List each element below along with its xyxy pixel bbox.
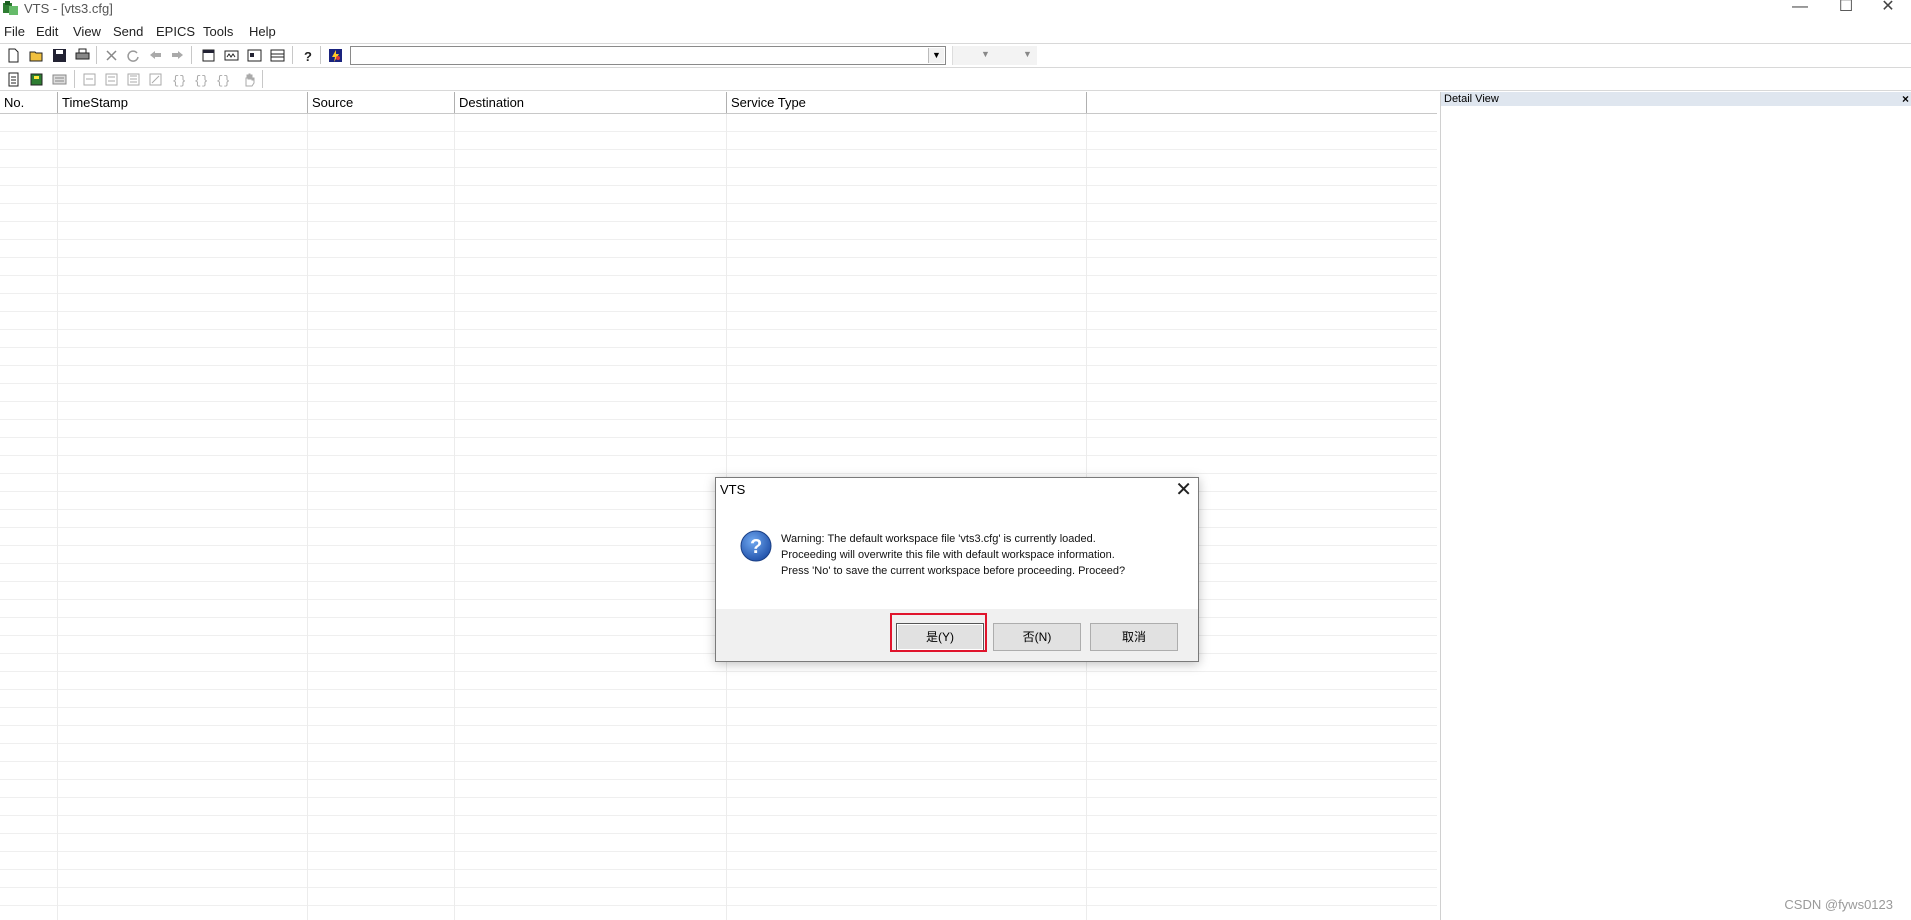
column-divider (57, 114, 58, 920)
print-icon[interactable] (73, 46, 92, 64)
filter-combo[interactable]: ▼ (350, 46, 946, 65)
column-divider (454, 114, 455, 920)
detail-view-pane[interactable]: Detail View × (1440, 92, 1911, 920)
menu-help[interactable]: Help (249, 24, 276, 39)
title-bar: VTS - [vts3.cfg] — ☐ ✕ (0, 0, 1911, 20)
hand-icon[interactable] (240, 70, 259, 88)
detail-view-header: Detail View × (1441, 92, 1911, 106)
svg-text:{}: {} (216, 74, 229, 87)
column-header-destination[interactable]: Destination (455, 92, 727, 113)
doc-icon[interactable] (4, 70, 23, 88)
back-icon[interactable] (146, 46, 165, 64)
watermark: CSDN @fyws0123 (1784, 897, 1893, 912)
dialog-message-line: Warning: The default workspace file 'vts… (781, 533, 1096, 545)
packet-list-header: No. TimeStamp Source Destination Service… (0, 92, 1437, 114)
dialog-message-line: Proceeding will overwrite this file with… (781, 549, 1115, 561)
menu-file[interactable]: File (4, 24, 25, 39)
chevron-down-icon[interactable]: ▼ (1023, 49, 1032, 59)
book-icon[interactable] (27, 70, 46, 88)
step4-icon[interactable] (146, 70, 165, 88)
menu-edit[interactable]: Edit (36, 24, 58, 39)
menu-view[interactable]: View (73, 24, 101, 39)
dialog-title: VTS (720, 482, 746, 497)
column-header-timestamp[interactable]: TimeStamp (58, 92, 308, 113)
column-header-source[interactable]: Source (308, 92, 455, 113)
cancel-button[interactable]: 取消 (1090, 623, 1178, 651)
save-icon[interactable] (50, 46, 69, 64)
toolbar-separator (320, 46, 321, 64)
brace1-icon[interactable]: {} (168, 70, 187, 88)
close-button[interactable]: ✕ (1866, 0, 1910, 16)
toolbar-separator (74, 70, 75, 88)
svg-text:?: ? (750, 536, 762, 558)
binary-icon[interactable] (222, 46, 241, 64)
brace2-icon[interactable]: {} (190, 70, 209, 88)
svg-text:?: ? (304, 49, 312, 63)
minimize-button[interactable]: — (1778, 0, 1822, 16)
grid-icon[interactable] (268, 46, 287, 64)
forward-icon[interactable] (168, 46, 187, 64)
toolbar-bottom-line (0, 90, 1911, 91)
script-icon[interactable] (50, 70, 69, 88)
chevron-down-icon[interactable]: ▼ (981, 49, 990, 59)
toolbar-separator (262, 70, 263, 88)
column-header-extra[interactable] (1087, 92, 1437, 113)
close-icon[interactable]: × (1902, 92, 1909, 106)
open-icon[interactable] (27, 46, 46, 64)
yes-button-highlight (890, 613, 987, 652)
refresh-icon[interactable] (124, 46, 143, 64)
script-toolbar: {} {} {} (0, 68, 1911, 90)
menu-send[interactable]: Send (113, 24, 143, 39)
detail-view-title: Detail View (1444, 93, 1499, 105)
window-title: VTS - [vts3.cfg] (24, 1, 113, 16)
no-button[interactable]: 否(N) (993, 623, 1081, 651)
brace3-icon[interactable]: {} (212, 70, 231, 88)
step2-icon[interactable] (102, 70, 121, 88)
dialog-message-line: Press 'No' to save the current workspace… (781, 565, 1126, 577)
panel-icon[interactable] (245, 46, 264, 64)
column-header-service-type[interactable]: Service Type (727, 92, 1087, 113)
new-icon[interactable] (4, 46, 23, 64)
flash-icon[interactable] (326, 46, 345, 64)
secondary-combo[interactable]: ▼ ▼ (952, 46, 1037, 65)
question-icon: ? (740, 530, 772, 562)
dialog-close-button[interactable]: ✕ (1175, 478, 1192, 502)
svg-text:{}: {} (194, 74, 207, 87)
column-header-no[interactable]: No. (0, 92, 58, 113)
delete-icon[interactable] (102, 46, 121, 64)
step1-icon[interactable] (80, 70, 99, 88)
chevron-down-icon[interactable]: ▼ (928, 48, 944, 63)
help-icon[interactable]: ? (298, 46, 317, 64)
toolbar-separator (96, 46, 97, 64)
dialog-message: Warning: The default workspace file 'vts… (781, 531, 1125, 579)
menu-bar: File Edit View Send EPICS Tools Help (0, 22, 1911, 42)
toolbar-separator (292, 46, 293, 64)
step3-icon[interactable] (124, 70, 143, 88)
window-icon[interactable] (199, 46, 218, 64)
svg-text:{}: {} (172, 74, 185, 87)
maximize-button[interactable]: ☐ (1824, 0, 1868, 16)
column-divider (307, 114, 308, 920)
menu-epics[interactable]: EPICS (156, 24, 195, 39)
app-icon (3, 1, 18, 15)
toolbar-separator (191, 46, 192, 64)
menu-tools[interactable]: Tools (203, 24, 233, 39)
